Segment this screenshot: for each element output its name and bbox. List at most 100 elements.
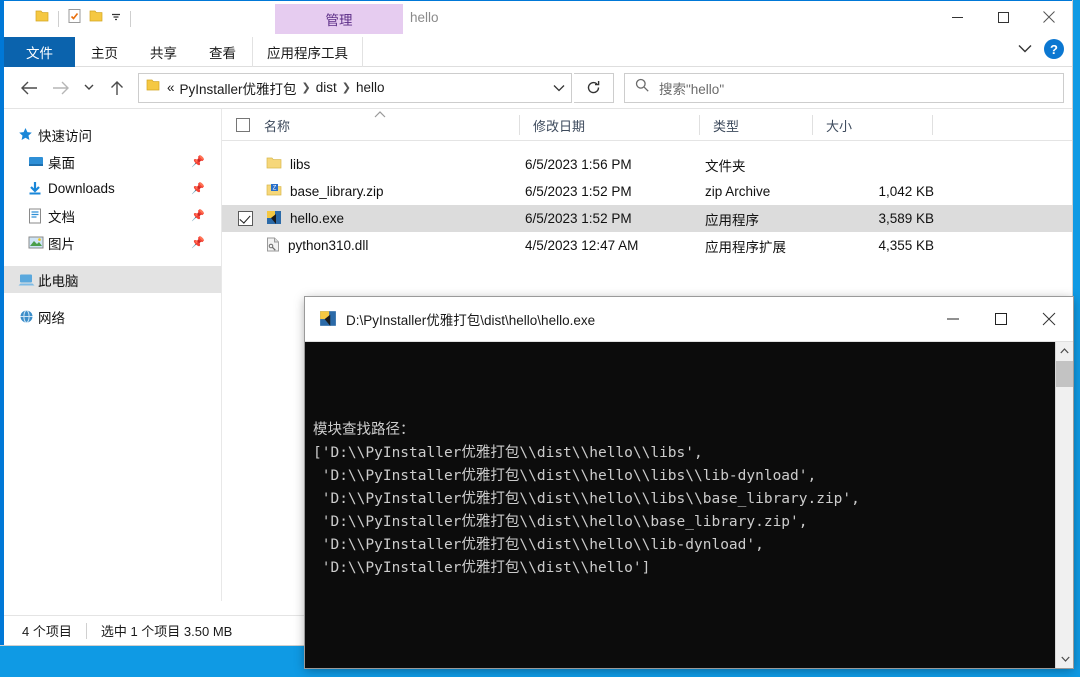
chevron-down-icon[interactable]	[1018, 40, 1032, 58]
status-selection: 选中 1 个项目 3.50 MB	[100, 624, 233, 639]
file-name-cell[interactable]: Z base_library.zip	[266, 183, 384, 200]
tab-view[interactable]: 查看	[193, 37, 252, 67]
table-row[interactable]: libs 6/5/2023 1:56 PM 文件夹	[222, 151, 1072, 178]
sidebar-item-network[interactable]: 网络	[4, 303, 221, 330]
console-output-area[interactable]: 模块查找路径： ['D:\\PyInstaller优雅打包\\dist\\hel…	[305, 342, 1073, 668]
table-row[interactable]: python310.dll 4/5/2023 12:47 AM 应用程序扩展 4…	[222, 232, 1072, 259]
tab-file-label: 文件	[26, 46, 53, 61]
tab-share[interactable]: 共享	[134, 37, 193, 67]
file-name-cell[interactable]: hello.exe	[266, 210, 344, 228]
console-line-0: 模块查找路径：	[313, 422, 415, 438]
console-line-6: 'D:\\PyInstaller优雅打包\\dist\\hello']	[313, 560, 651, 576]
breadcrumb-item-3[interactable]: hello	[356, 80, 385, 95]
file-name-label: libs	[290, 157, 311, 172]
pin-icon[interactable]: 📌	[191, 155, 205, 168]
file-type-cell: 应用程序扩展	[705, 239, 786, 255]
table-row[interactable]: Z base_library.zip 6/5/2023 1:52 PM zip …	[222, 178, 1072, 205]
back-button[interactable]	[14, 73, 44, 103]
quick-access-toolbar[interactable]	[34, 8, 133, 29]
navigation-pane[interactable]: 快速访问 桌面 📌 Downloads 📌 文档 📌 图片 📌 此电脑 网络	[4, 109, 222, 601]
address-bar[interactable]: « PyInstaller优雅打包 ❯ dist ❯ hello	[138, 72, 572, 103]
minimize-icon[interactable]	[934, 1, 980, 33]
network-icon	[18, 309, 36, 324]
tab-file[interactable]: 文件	[4, 37, 75, 67]
new-folder-icon[interactable]	[88, 8, 104, 29]
tab-app-tools[interactable]: 应用程序工具	[252, 37, 363, 67]
column-divider-4[interactable]	[932, 115, 933, 135]
console-blank-line-3	[313, 626, 1053, 649]
scroll-down-icon[interactable]	[1056, 650, 1073, 668]
file-size-cell: 1,042 KB	[878, 184, 934, 199]
search-input[interactable]: 搜索"hello"	[624, 72, 1064, 103]
properties-icon[interactable]	[67, 8, 82, 29]
up-button[interactable]	[102, 73, 132, 103]
sort-ascending-icon	[374, 110, 386, 121]
sidebar-item-label: 快速访问	[38, 128, 92, 144]
pictures-icon	[28, 236, 46, 249]
file-modified-cell: 6/5/2023 1:56 PM	[525, 157, 632, 172]
star-icon	[18, 127, 36, 142]
console-scrollbar[interactable]	[1055, 342, 1073, 668]
maximize-icon[interactable]	[977, 297, 1025, 341]
console-line-1: ['D:\\PyInstaller优雅打包\\dist\\hello\\libs…	[313, 445, 703, 461]
column-header-name[interactable]: 名称	[250, 109, 290, 141]
row-checkbox[interactable]	[238, 211, 253, 226]
help-icon[interactable]: ?	[1044, 39, 1064, 59]
file-name-label: python310.dll	[288, 238, 369, 253]
maximize-icon[interactable]	[980, 1, 1026, 33]
console-title: D:\PyInstaller优雅打包\dist\hello\hello.exe	[346, 313, 596, 328]
pin-icon[interactable]: 📌	[191, 182, 205, 195]
breadcrumb-item-2[interactable]: dist	[316, 80, 337, 95]
ribbon-right-controls[interactable]: ?	[1018, 39, 1064, 59]
recent-locations-button[interactable]	[78, 73, 100, 103]
file-name-label: hello.exe	[290, 211, 345, 226]
pin-icon[interactable]: 📌	[191, 209, 205, 222]
nav-gap	[4, 256, 221, 266]
breadcrumb-overflow[interactable]: «	[167, 80, 175, 95]
explorer-title-bar[interactable]: 管理 hello	[4, 1, 1072, 37]
status-divider	[85, 622, 87, 639]
refresh-icon[interactable]	[574, 72, 614, 103]
file-name-cell[interactable]: libs	[266, 156, 310, 173]
select-all-checkbox[interactable]	[236, 118, 250, 132]
search-icon	[635, 78, 649, 97]
column-header-size[interactable]: 大小	[812, 109, 852, 141]
address-toolbar: « PyInstaller优雅打包 ❯ dist ❯ hello 搜索"hell…	[4, 67, 1072, 109]
qat-divider-2	[130, 10, 131, 27]
breadcrumb-item-1[interactable]: PyInstaller优雅打包	[180, 78, 297, 98]
close-icon[interactable]	[1026, 1, 1072, 33]
sidebar-item-quick-access[interactable]: 快速访问	[4, 121, 221, 148]
chevron-right-icon-2[interactable]: ❯	[342, 81, 351, 94]
sidebar-item-this-pc[interactable]: 此电脑	[4, 266, 221, 293]
column-header-modified[interactable]: 修改日期	[519, 109, 585, 141]
sidebar-item-desktop[interactable]: 桌面 📌	[4, 148, 221, 175]
forward-button[interactable]	[46, 73, 76, 103]
column-headers[interactable]: 名称 修改日期 类型 大小	[222, 109, 1072, 141]
desktop-icon	[28, 155, 46, 169]
console-window-controls[interactable]	[929, 297, 1073, 341]
explorer-window-controls[interactable]	[934, 1, 1072, 33]
contextual-tab-manage[interactable]: 管理	[275, 4, 403, 34]
chevron-right-icon[interactable]: ❯	[302, 81, 311, 94]
tab-home[interactable]: 主页	[75, 37, 134, 67]
tab-view-label: 查看	[209, 46, 236, 61]
address-dropdown-icon[interactable]	[553, 79, 565, 97]
console-title-bar[interactable]: D:\PyInstaller优雅打包\dist\hello\hello.exe	[305, 297, 1073, 342]
pin-icon[interactable]: 📌	[191, 236, 205, 249]
breadcrumb[interactable]: « PyInstaller优雅打包 ❯ dist ❯ hello	[167, 78, 547, 98]
file-name-cell[interactable]: python310.dll	[266, 237, 368, 255]
folder-icon[interactable]	[34, 8, 50, 29]
scroll-up-icon[interactable]	[1056, 342, 1073, 360]
table-row[interactable]: hello.exe 6/5/2023 1:52 PM 应用程序 3,589 KB	[222, 205, 1072, 232]
minimize-icon[interactable]	[929, 297, 977, 341]
sidebar-item-documents[interactable]: 文档 📌	[4, 202, 221, 229]
ribbon-tabs[interactable]: 文件 主页 共享 查看 应用程序工具	[4, 37, 1072, 67]
column-header-type[interactable]: 类型	[699, 109, 739, 141]
sidebar-item-pictures[interactable]: 图片 📌	[4, 229, 221, 256]
scrollbar-thumb[interactable]	[1056, 361, 1073, 387]
console-line-4: 'D:\\PyInstaller优雅打包\\dist\\hello\\base_…	[313, 514, 808, 530]
close-icon[interactable]	[1025, 297, 1073, 341]
sidebar-item-label: Downloads	[48, 181, 115, 196]
sidebar-item-downloads[interactable]: Downloads 📌	[4, 175, 221, 202]
customize-qat-icon[interactable]	[110, 10, 122, 28]
